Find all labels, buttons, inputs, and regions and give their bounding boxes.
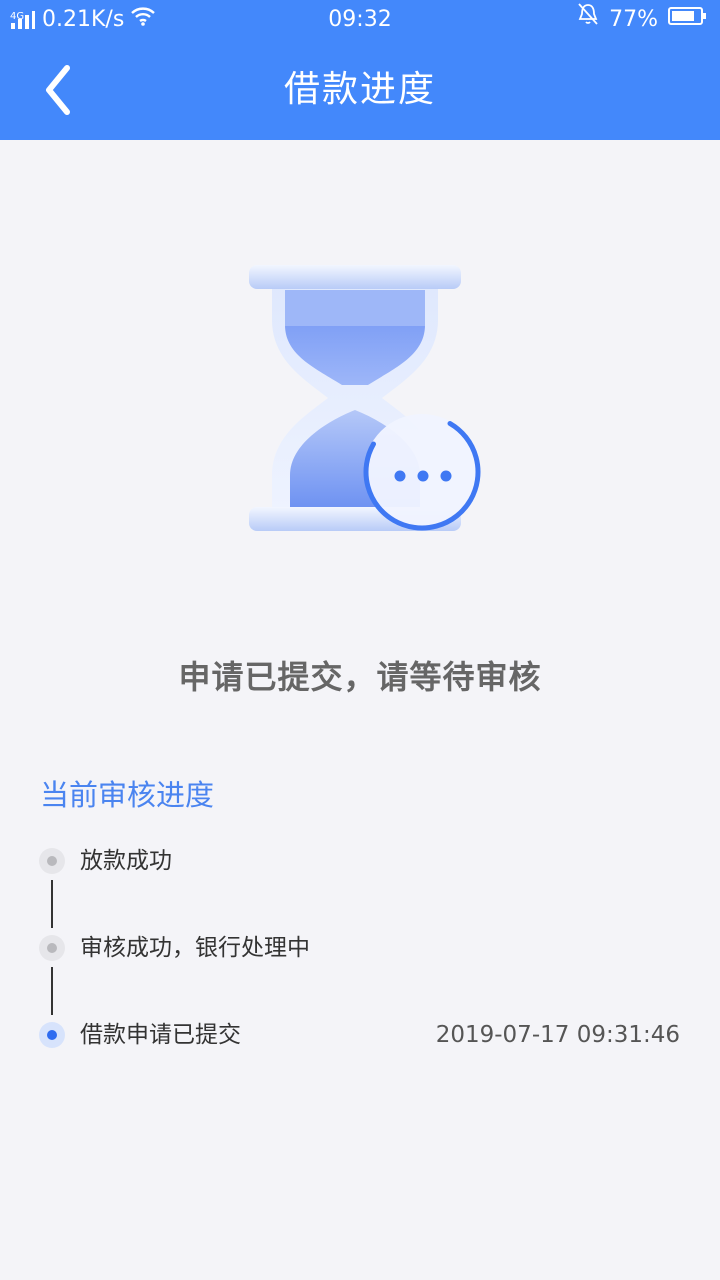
step-dot-pending — [39, 935, 65, 961]
step-time: 2019-07-17 09:31:46 — [435, 1022, 680, 1048]
page-title: 借款进度 — [283, 69, 436, 110]
status-bar-right: 77% — [577, 0, 708, 40]
step-label: 审核成功，银行处理中 — [80, 935, 310, 961]
step-dot-pending — [39, 848, 65, 874]
progress-step: 借款申请已提交 2019-07-17 09:31:46 — [0, 1015, 720, 1055]
step-label: 借款申请已提交 — [80, 1022, 241, 1048]
battery-icon — [668, 0, 708, 40]
status-message: 申请已提交，请等待审核 — [178, 658, 542, 696]
timeline-connector — [51, 967, 53, 1015]
step-label: 放款成功 — [80, 848, 172, 874]
progress-step: 放款成功 — [0, 841, 720, 881]
battery-percent: 77% — [609, 7, 658, 32]
progress-step: 审核成功，银行处理中 — [0, 928, 720, 968]
mute-bell-icon — [577, 0, 599, 40]
status-bar: 4G 0.21K/s 09:32 77% — [0, 0, 720, 40]
timeline-connector — [51, 880, 53, 928]
hourglass-illustration — [230, 250, 500, 550]
step-dot-active — [39, 1022, 65, 1048]
nav-bar: 借款进度 — [0, 40, 720, 140]
progress-section-title: 当前审核进度 — [40, 778, 215, 812]
